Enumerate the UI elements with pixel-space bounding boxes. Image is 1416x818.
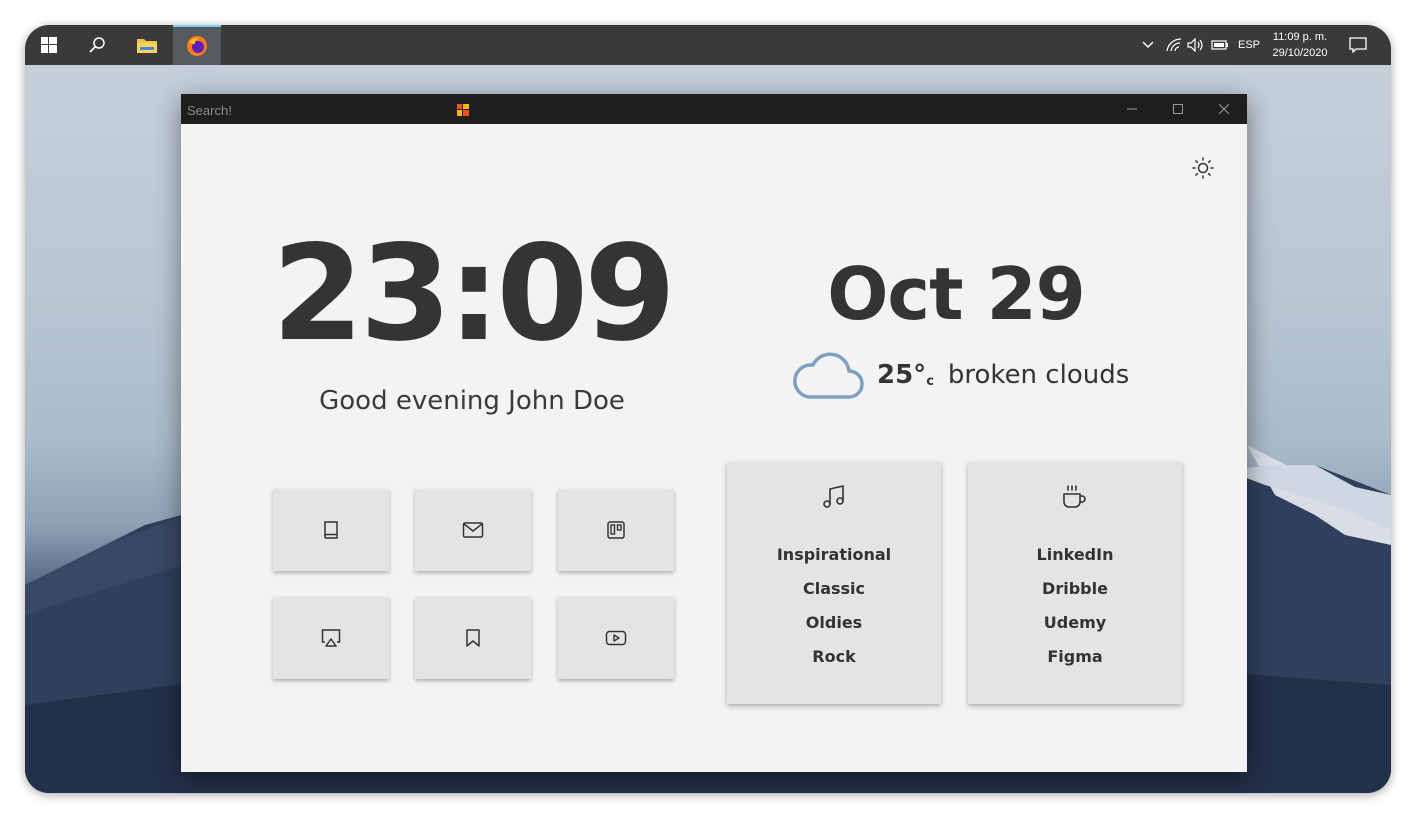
shortcut-youtube[interactable] bbox=[558, 597, 674, 679]
coffee-icon bbox=[1063, 485, 1086, 508]
taskbar: ESP 11:09 p. m. 29/10/2020 bbox=[25, 25, 1391, 65]
music-icon bbox=[823, 485, 844, 508]
music-link[interactable]: Inspirational bbox=[727, 538, 941, 572]
file-explorer-icon[interactable] bbox=[123, 25, 171, 65]
temperature: 25° bbox=[877, 360, 927, 390]
youtube-icon bbox=[605, 630, 627, 646]
airplay-icon bbox=[321, 629, 341, 647]
maximize-icon[interactable] bbox=[1155, 94, 1201, 124]
browser-titlebar bbox=[181, 94, 1247, 126]
shortcut-bookmark[interactable] bbox=[415, 597, 531, 679]
coffee-link[interactable]: Figma bbox=[968, 640, 1182, 674]
language-label: ESP bbox=[1237, 39, 1260, 51]
coffee-link[interactable]: Dribble bbox=[968, 572, 1182, 606]
windows-start-icon[interactable] bbox=[25, 25, 73, 65]
shortcut-trello[interactable] bbox=[558, 489, 674, 571]
music-link[interactable]: Oldies bbox=[727, 606, 941, 640]
coffee-card: LinkedIn Dribble Udemy Figma bbox=[968, 462, 1182, 704]
shortcut-mail[interactable] bbox=[415, 489, 531, 571]
chevron-up-icon[interactable] bbox=[1137, 25, 1159, 65]
browser-window: 23:09 Good evening John Doe Oct 29 25° c… bbox=[181, 94, 1247, 772]
clock-time: 11:09 p. m. bbox=[1272, 31, 1328, 43]
date-display: Oct 29 bbox=[827, 252, 1086, 336]
mail-icon bbox=[462, 522, 484, 538]
notifications-icon[interactable] bbox=[1345, 25, 1371, 65]
shortcut-book[interactable] bbox=[273, 489, 389, 571]
music-link[interactable]: Rock bbox=[727, 640, 941, 674]
battery-icon[interactable] bbox=[1209, 25, 1231, 65]
wifi-icon[interactable] bbox=[1163, 25, 1185, 65]
greeting-text: Good evening John Doe bbox=[319, 386, 625, 416]
clock-display: 23:09 bbox=[271, 217, 676, 371]
weather-widget: 25° c broken clouds bbox=[791, 347, 1129, 403]
search-input[interactable] bbox=[181, 94, 459, 126]
theme-toggle-sun-icon[interactable] bbox=[1189, 154, 1217, 182]
clock-date: 29/10/2020 bbox=[1272, 47, 1328, 59]
search-icon[interactable] bbox=[73, 25, 121, 65]
system-clock[interactable]: 11:09 p. m. 29/10/2020 bbox=[1265, 29, 1335, 61]
trello-icon bbox=[607, 521, 625, 539]
minimize-icon[interactable] bbox=[1109, 94, 1155, 124]
book-icon bbox=[324, 521, 338, 539]
temperature-unit: c bbox=[926, 373, 934, 389]
close-icon[interactable] bbox=[1201, 94, 1247, 124]
weather-description: broken clouds bbox=[947, 360, 1130, 390]
volume-icon[interactable] bbox=[1185, 25, 1207, 65]
firefox-icon[interactable] bbox=[173, 25, 221, 65]
coffee-link[interactable]: Udemy bbox=[968, 606, 1182, 640]
cloud-icon bbox=[793, 352, 864, 399]
shortcut-airplay[interactable] bbox=[273, 597, 389, 679]
language-indicator[interactable]: ESP bbox=[1233, 25, 1265, 65]
music-card: Inspirational Classic Oldies Rock bbox=[727, 462, 941, 704]
tab-favicon bbox=[457, 104, 469, 116]
coffee-link[interactable]: LinkedIn bbox=[968, 538, 1182, 572]
music-link[interactable]: Classic bbox=[727, 572, 941, 606]
desktop: ESP 11:09 p. m. 29/10/2020 Search! 23:09… bbox=[25, 25, 1391, 793]
bookmark-icon bbox=[466, 629, 480, 647]
